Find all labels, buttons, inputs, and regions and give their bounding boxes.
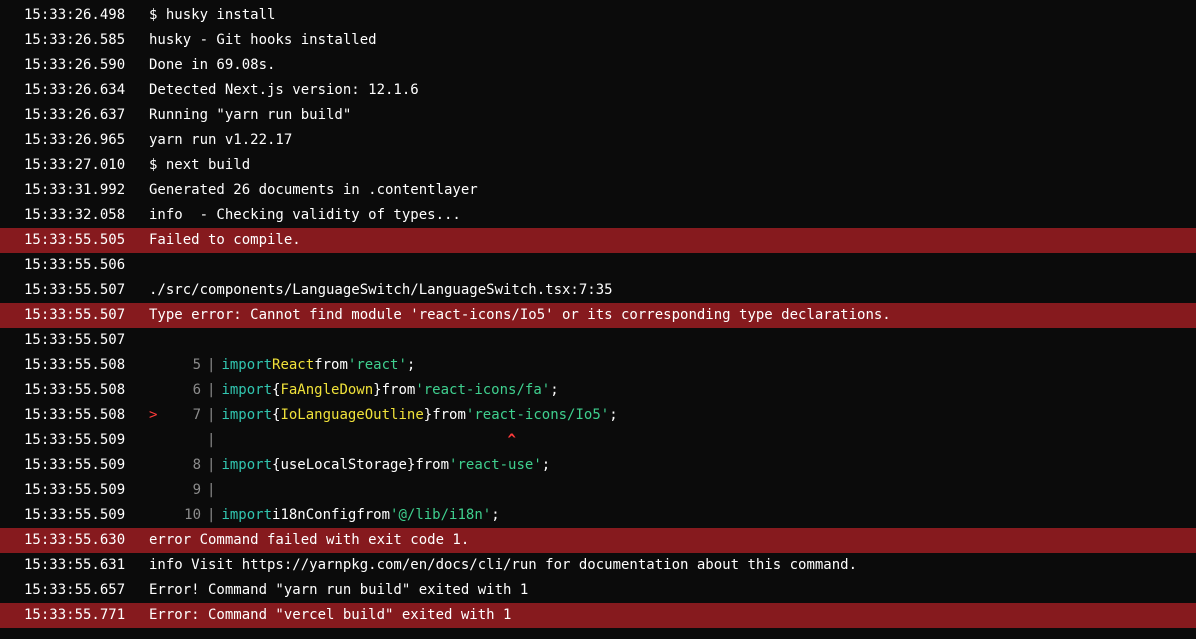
timestamp: 15:33:26.498 [24, 7, 126, 23]
timestamp: 15:33:55.657 [24, 582, 126, 598]
log-message: yarn run v1.22.17 [149, 132, 293, 148]
line-number: 5 [192, 357, 201, 373]
log-message: Generated 26 documents in .contentlayer [149, 182, 478, 198]
gutter-bar: | [207, 357, 216, 373]
code-snippet: 6 | import { FaAngleDown } from 'react-ico… [149, 378, 1196, 403]
code-frame-line: 15:33:55.509 9 | [0, 478, 1196, 503]
build-log: 15:33:26.498 $ husky install 15:33:26.58… [0, 0, 1196, 628]
log-message: Error! Command "yarn run build" exited w… [149, 582, 529, 598]
code-frame-line: 15:33:55.508 5 | import React from 'react'… [0, 353, 1196, 378]
line-number: 9 [192, 482, 201, 498]
timestamp: 15:33:55.507 [24, 307, 126, 323]
timestamp: 15:33:55.771 [24, 607, 126, 623]
error-log-line: 15:33:55.505 Failed to compile. [0, 228, 1196, 253]
log-message: Running "yarn run build" [149, 107, 352, 123]
log-line: 15:33:26.637 Running "yarn run build" [0, 103, 1196, 128]
log-message: Done in 69.08s. [149, 57, 276, 73]
gutter-bar: | [207, 507, 216, 523]
timestamp: 15:33:55.509 [24, 507, 126, 523]
timestamp: 15:33:55.631 [24, 557, 126, 573]
log-line: 15:33:55.631 info Visit https://yarnpkg.… [0, 553, 1196, 578]
error-log-line: 15:33:55.630 error Command failed with e… [0, 528, 1196, 553]
log-line: 15:33:32.058 info - Checking validity of… [0, 203, 1196, 228]
code-frame-line: 15:33:55.509 10 | import i18nConfig from '… [0, 503, 1196, 528]
gutter-bar: | [207, 407, 216, 423]
timestamp: 15:33:55.506 [24, 257, 126, 273]
gutter-bar: | [207, 382, 216, 398]
timestamp: 15:33:55.505 [24, 232, 126, 248]
code-frame-line: 15:33:55.509 8 | import { useLocalStorage … [0, 453, 1196, 478]
timestamp: 15:33:55.509 [24, 482, 126, 498]
timestamp: 15:33:26.590 [24, 57, 126, 73]
log-message [149, 253, 1196, 278]
log-line: 15:33:26.585 husky - Git hooks installed [0, 28, 1196, 53]
code-snippet: 9 | [149, 478, 1196, 503]
timestamp: 15:33:26.634 [24, 82, 126, 98]
error-marker-icon: > [149, 407, 158, 423]
error-caret-icon: ^ [507, 432, 516, 448]
timestamp: 15:33:27.010 [24, 157, 126, 173]
log-line: 15:33:26.634 Detected Next.js version: 1… [0, 78, 1196, 103]
line-number: 10 [184, 507, 201, 523]
line-number: 7 [192, 407, 201, 423]
code-snippet: >7 | import { IoLanguageOutline } from 're… [149, 403, 1196, 428]
timestamp: 15:33:31.992 [24, 182, 126, 198]
log-line: 15:33:31.992 Generated 26 documents in .… [0, 178, 1196, 203]
line-number: 6 [192, 382, 201, 398]
log-message [149, 328, 1196, 353]
log-line: 15:33:26.965 yarn run v1.22.17 [0, 128, 1196, 153]
log-message: info Visit https://yarnpkg.com/en/docs/c… [149, 557, 858, 573]
gutter-bar: | [207, 432, 216, 448]
gutter-bar: | [207, 482, 216, 498]
gutter-bar: | [207, 457, 216, 473]
error-log-line: 15:33:55.507 Type error: Cannot find mod… [0, 303, 1196, 328]
log-line: 15:33:55.506 [0, 253, 1196, 278]
line-number: 8 [192, 457, 201, 473]
timestamp: 15:33:55.630 [24, 532, 126, 548]
code-snippet: 10 | import i18nConfig from '@/lib/i18n'; [149, 503, 1196, 528]
timestamp: 15:33:55.508 [24, 407, 126, 423]
log-message: husky - Git hooks installed [149, 32, 377, 48]
log-line: 15:33:55.657 Error! Command "yarn run bu… [0, 578, 1196, 603]
log-line: 15:33:27.010 $ next build [0, 153, 1196, 178]
log-line: 15:33:26.590 Done in 69.08s. [0, 53, 1196, 78]
timestamp: 15:33:55.509 [24, 457, 126, 473]
timestamp: 15:33:55.508 [24, 357, 126, 373]
timestamp: 15:33:55.507 [24, 282, 126, 298]
log-line: 15:33:26.498 $ husky install [0, 3, 1196, 28]
code-snippet: 5 | import React from 'react'; [149, 353, 1196, 378]
log-message: Error: Command "vercel build" exited wit… [149, 607, 512, 623]
log-message: error Command failed with exit code 1. [149, 532, 470, 548]
log-message: $ next build [149, 157, 251, 173]
code-frame-line: 15:33:55.508 >7 | import { IoLanguageOutli… [0, 403, 1196, 428]
timestamp: 15:33:26.585 [24, 32, 126, 48]
log-message: info - Checking validity of types... [149, 207, 461, 223]
timestamp: 15:33:26.965 [24, 132, 126, 148]
code-frame-line: 15:33:55.508 6 | import { FaAngleDown } fr… [0, 378, 1196, 403]
timestamp: 15:33:32.058 [24, 207, 126, 223]
file-path: ./src/components/LanguageSwitch/Language… [149, 282, 613, 298]
timestamp: 15:33:55.509 [24, 432, 126, 448]
timestamp: 15:33:26.637 [24, 107, 126, 123]
code-snippet: | ^ [149, 428, 1196, 453]
log-line: 15:33:55.507 ./src/components/LanguageSw… [0, 278, 1196, 303]
log-message: Failed to compile. [149, 232, 301, 248]
timestamp: 15:33:55.508 [24, 382, 126, 398]
log-message: Detected Next.js version: 12.1.6 [149, 82, 419, 98]
code-snippet: 8 | import { useLocalStorage } from 'react… [149, 453, 1196, 478]
log-message: $ husky install [149, 7, 276, 23]
log-line: 15:33:55.507 [0, 328, 1196, 353]
code-frame-line: 15:33:55.509 | ^ [0, 428, 1196, 453]
log-message: Type error: Cannot find module 'react-ic… [149, 307, 891, 323]
timestamp: 15:33:55.507 [24, 332, 126, 348]
error-log-line: 15:33:55.771 Error: Command "vercel buil… [0, 603, 1196, 628]
